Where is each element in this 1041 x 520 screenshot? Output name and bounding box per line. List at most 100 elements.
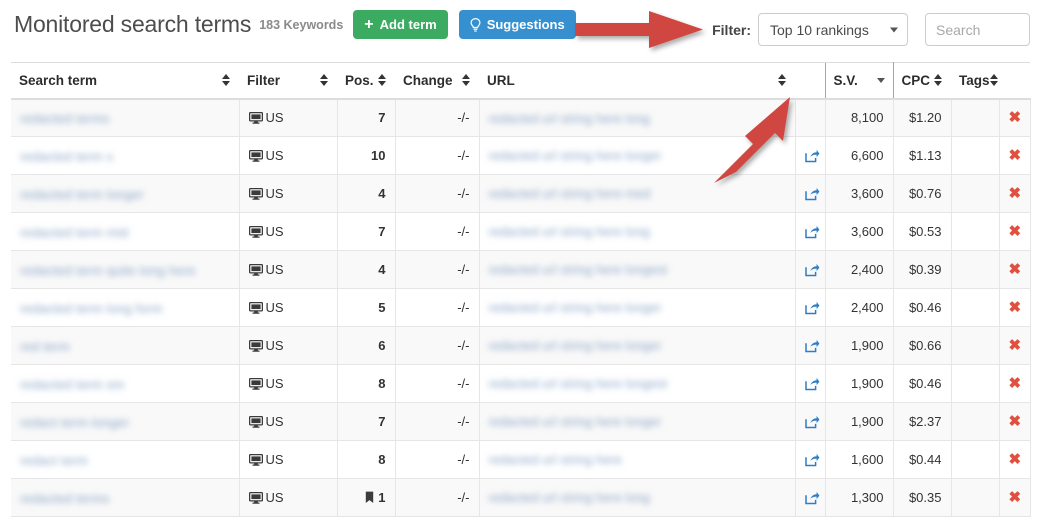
sort-icon-cpc[interactable] [934, 74, 943, 87]
cell-url[interactable]: redacted url string here longer [479, 136, 796, 175]
cell-url[interactable]: redacted url string here longer [479, 288, 796, 327]
cell-delete[interactable]: ✖ [999, 212, 1031, 251]
table-row[interactable]: redacted term x US 10 -/- redacted url strin… [11, 136, 1031, 175]
cell-tags[interactable] [951, 478, 1000, 517]
external-link-icon[interactable] [804, 490, 820, 505]
external-link-icon[interactable] [804, 414, 820, 429]
cell-share[interactable] [795, 174, 826, 213]
external-link-icon[interactable] [804, 300, 820, 315]
external-link-icon[interactable] [804, 224, 820, 239]
cell-search-term[interactable]: redacted term sm [11, 364, 240, 403]
sort-icon-change[interactable] [462, 74, 471, 87]
cell-url[interactable]: redacted url string here long [479, 478, 796, 517]
cell-share[interactable] [795, 326, 826, 365]
cell-tags[interactable] [951, 402, 1000, 441]
sort-icon-search-term[interactable] [222, 74, 231, 87]
sort-desc-icon-sv[interactable] [876, 77, 885, 83]
cell-share[interactable] [795, 212, 826, 251]
external-link-icon[interactable] [804, 262, 820, 277]
cell-share[interactable] [795, 136, 826, 175]
external-link-icon[interactable] [804, 148, 820, 163]
table-row[interactable]: red term US 6 -/- redacted url string here l… [11, 326, 1031, 365]
column-header-url[interactable]: URL [479, 62, 795, 100]
table-row[interactable]: redacted terms US 1 -/- redacted url string … [11, 478, 1031, 517]
cell-share[interactable] [795, 402, 826, 441]
column-header-tags[interactable]: Tags [951, 62, 999, 100]
delete-row-icon[interactable]: ✖ [1009, 413, 1022, 430]
cell-tags[interactable] [951, 174, 1000, 213]
cell-search-term[interactable]: redact term longer [11, 402, 240, 441]
delete-row-icon[interactable]: ✖ [1009, 489, 1022, 506]
cell-delete[interactable]: ✖ [999, 136, 1031, 175]
cell-share[interactable] [795, 364, 826, 403]
delete-row-icon[interactable]: ✖ [1009, 299, 1022, 316]
delete-row-icon[interactable]: ✖ [1009, 375, 1022, 392]
cell-tags[interactable] [951, 212, 1000, 251]
cell-url[interactable]: redacted url string here [479, 440, 796, 479]
cell-tags[interactable] [951, 364, 1000, 403]
cell-share[interactable] [795, 250, 826, 289]
cell-delete[interactable]: ✖ [999, 440, 1031, 479]
cell-tags[interactable] [951, 440, 1000, 479]
cell-search-term[interactable]: redacted term mid [11, 212, 240, 251]
cell-delete[interactable]: ✖ [999, 364, 1031, 403]
external-link-icon[interactable] [804, 452, 820, 467]
cell-search-term[interactable]: redacted term longer [11, 174, 240, 213]
cell-delete[interactable]: ✖ [999, 174, 1031, 213]
cell-search-term[interactable]: redact term [11, 440, 240, 479]
table-row[interactable]: redacted term sm US 8 -/- redacted url strin… [11, 364, 1031, 403]
external-link-icon[interactable] [804, 338, 820, 353]
table-row[interactable]: redacted term mid US 7 -/- redacted url stri… [11, 212, 1031, 251]
cell-tags[interactable] [951, 326, 1000, 365]
cell-tags[interactable] [951, 288, 1000, 327]
delete-row-icon[interactable]: ✖ [1009, 261, 1022, 278]
filter-select[interactable]: Top 10 rankings [758, 13, 908, 46]
column-header-sv[interactable]: S.V. [824, 62, 894, 100]
table-row[interactable]: redacted terms US 7 -/- redacted url string … [11, 98, 1031, 137]
cell-search-term[interactable]: redacted terms [11, 98, 240, 137]
table-row[interactable]: redact term longer US 7 -/- redacted url str… [11, 402, 1031, 441]
sort-icon-filter[interactable] [320, 74, 329, 87]
table-row[interactable]: redact term US 8 -/- redacted url string her… [11, 440, 1031, 479]
cell-tags[interactable] [951, 136, 1000, 175]
column-header-change[interactable]: Change [395, 62, 479, 100]
table-row[interactable]: redacted term longer US 4 -/- redacted url s… [11, 174, 1031, 213]
cell-url[interactable]: redacted url string here long [479, 212, 796, 251]
external-link-icon[interactable] [804, 186, 820, 201]
delete-row-icon[interactable]: ✖ [1009, 185, 1022, 202]
suggestions-button[interactable]: Suggestions [458, 10, 576, 39]
cell-search-term[interactable]: redacted term quite long here [11, 250, 240, 289]
cell-share[interactable] [795, 288, 826, 327]
cell-delete[interactable]: ✖ [999, 478, 1031, 517]
cell-url[interactable]: redacted url string here longest [479, 250, 796, 289]
cell-share[interactable] [795, 478, 826, 517]
cell-delete[interactable]: ✖ [999, 250, 1031, 289]
delete-row-icon[interactable]: ✖ [1009, 109, 1022, 126]
cell-tags[interactable] [951, 98, 1000, 137]
column-header-filter[interactable]: Filter [239, 62, 337, 100]
cell-share[interactable] [795, 440, 826, 479]
cell-tags[interactable] [951, 250, 1000, 289]
cell-search-term[interactable]: redacted terms [11, 478, 240, 517]
column-header-cpc[interactable]: CPC [893, 62, 951, 100]
sort-icon-pos[interactable] [378, 74, 387, 87]
delete-row-icon[interactable]: ✖ [1009, 337, 1022, 354]
search-input[interactable] [925, 13, 1030, 46]
external-link-icon[interactable] [804, 376, 820, 391]
cell-url[interactable]: redacted url string here longer [479, 326, 796, 365]
cell-delete[interactable]: ✖ [999, 402, 1031, 441]
cell-delete[interactable]: ✖ [999, 288, 1031, 327]
table-row[interactable]: redacted term long form US 5 -/- redacted ur… [11, 288, 1031, 327]
cell-search-term[interactable]: redacted term x [11, 136, 240, 175]
column-header-search-term[interactable]: Search term [11, 62, 239, 100]
delete-row-icon[interactable]: ✖ [1009, 223, 1022, 240]
delete-row-icon[interactable]: ✖ [1009, 451, 1022, 468]
sort-icon-url[interactable] [778, 74, 787, 87]
add-term-button[interactable]: + Add term [353, 10, 448, 39]
cell-url[interactable]: redacted url string here longer [479, 402, 796, 441]
cell-url[interactable]: redacted url string here long [479, 98, 796, 137]
cell-search-term[interactable]: redacted term long form [11, 288, 240, 327]
column-header-pos[interactable]: Pos. [337, 62, 395, 100]
cell-delete[interactable]: ✖ [999, 98, 1031, 137]
cell-url[interactable]: redacted url string here med [479, 174, 796, 213]
